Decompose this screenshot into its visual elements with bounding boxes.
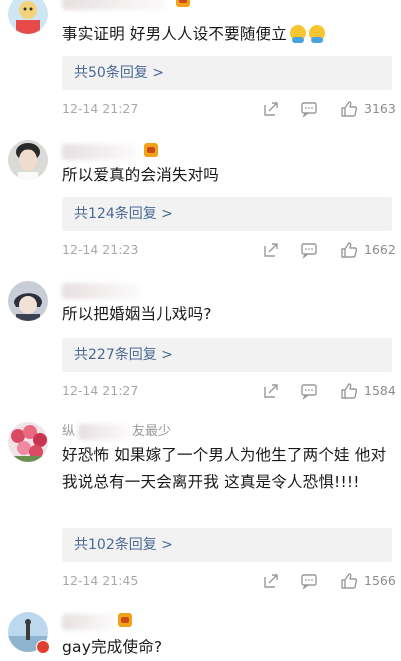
reply-box: 共227条回复 >	[62, 338, 392, 372]
comment-text-content: 好恐怖 如果嫁了一个男人为他生了两个娃 他对我说总有一天会离开我 这真是令人恐惧…	[62, 446, 387, 491]
like-count: 1584	[364, 383, 396, 398]
comment-meta: 12-14 21:45 1566	[62, 571, 396, 591]
blurred-username	[62, 0, 166, 10]
level-icon	[144, 143, 158, 157]
username[interactable]: 纵 友最少	[62, 422, 171, 442]
like-icon	[341, 573, 358, 589]
emoji-icon	[308, 25, 325, 43]
blurred-username	[62, 283, 140, 299]
timestamp: 12-14 21:27	[62, 383, 139, 398]
emoji-icon	[289, 25, 306, 43]
view-replies-link[interactable]: 共227条回复 >	[74, 338, 173, 372]
blurred-username	[62, 144, 138, 160]
comment-text: 所以把婚姻当儿戏吗?	[62, 301, 392, 328]
view-replies-link[interactable]: 共102条回复 >	[74, 528, 173, 562]
comment-text: 所以爱真的会消失对吗	[62, 162, 392, 189]
comment-text-content: 所以把婚姻当儿戏吗?	[62, 305, 212, 323]
like-icon	[341, 101, 358, 117]
like-count: 1566	[364, 573, 396, 588]
comment-meta: 12-14 21:27 3163	[62, 99, 396, 119]
avatar[interactable]	[8, 422, 48, 462]
reply-box: 共50条回复 >	[62, 56, 392, 90]
blurred-username	[78, 424, 130, 440]
view-replies-link[interactable]: 共124条回复 >	[74, 197, 173, 231]
like-icon	[341, 242, 358, 258]
timestamp: 12-14 21:23	[62, 242, 139, 257]
username-suffix: 友最少	[132, 424, 172, 439]
comment-meta: 12-14 21:23 1662	[62, 240, 396, 260]
comment-text-content: 所以爱真的会消失对吗	[62, 166, 220, 184]
view-replies-link[interactable]: 共50条回复 >	[74, 56, 164, 90]
avatar[interactable]	[8, 0, 48, 34]
username-text: 纵	[62, 424, 76, 439]
avatar[interactable]	[8, 281, 48, 321]
level-icon	[176, 0, 190, 7]
comment-text-content: gay完成使命?	[62, 638, 163, 656]
comment-text: 事实证明 好男人人设不要随便立	[62, 21, 392, 48]
like-count: 1662	[364, 242, 396, 257]
reply-box: 共124条回复 >	[62, 197, 392, 231]
comment-text-content: 事实证明 好男人人设不要随便立	[62, 25, 287, 43]
share-icon[interactable]	[262, 382, 280, 400]
verified-badge	[36, 640, 50, 654]
timestamp: 12-14 21:45	[62, 573, 139, 588]
share-icon[interactable]	[262, 572, 280, 590]
comment-icon[interactable]	[300, 572, 318, 590]
timestamp: 12-14 21:27	[62, 101, 139, 116]
share-icon[interactable]	[262, 100, 280, 118]
comment-icon[interactable]	[300, 100, 318, 118]
like-icon	[341, 383, 358, 399]
comment-text: gay完成使命?	[62, 634, 392, 661]
comment-meta: 12-14 21:27 1584	[62, 381, 396, 401]
like-button[interactable]: 1584	[340, 381, 396, 401]
level-icon	[118, 613, 132, 627]
comment-text: 好恐怖 如果嫁了一个男人为他生了两个娃 他对我说总有一天会离开我 这真是令人恐惧…	[62, 442, 392, 496]
share-icon[interactable]	[262, 241, 280, 259]
blurred-username	[62, 614, 114, 630]
like-button[interactable]: 1566	[340, 571, 396, 591]
like-count: 3163	[364, 101, 396, 116]
comment-icon[interactable]	[300, 241, 318, 259]
like-button[interactable]: 1662	[340, 240, 396, 260]
like-button[interactable]: 3163	[340, 99, 396, 119]
reply-box: 共102条回复 >	[62, 528, 392, 562]
comment-icon[interactable]	[300, 382, 318, 400]
avatar[interactable]	[8, 140, 48, 180]
